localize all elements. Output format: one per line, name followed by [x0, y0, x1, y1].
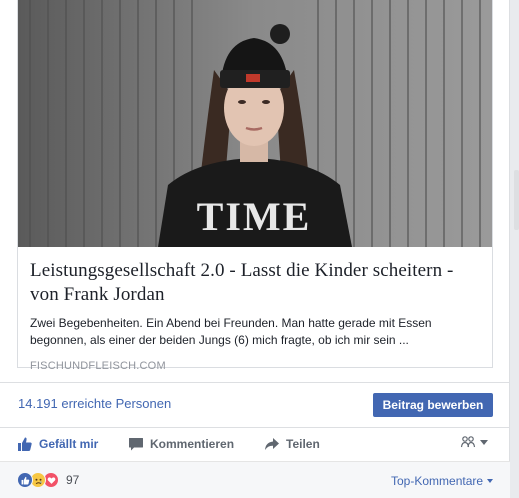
share-label: Teilen [286, 437, 320, 451]
link-preview-card[interactable]: TIME Leistungsgesellschaft 2.0 - Lasst d… [17, 0, 493, 372]
link-title[interactable]: Leistungsgesellschaft 2.0 - Lasst die Ki… [30, 259, 480, 307]
action-bar: Gefällt mir Kommentieren Teilen [0, 428, 510, 460]
sort-label: Top-Kommentare [391, 474, 484, 488]
comment-label: Kommentieren [150, 437, 235, 451]
comment-sort-dropdown[interactable]: Top-Kommentare [391, 474, 494, 488]
audience-selector[interactable] [460, 436, 488, 448]
chevron-down-icon [480, 439, 488, 445]
feed-post: TIME Leistungsgesellschaft 2.0 - Lasst d… [0, 0, 510, 498]
friends-icon [460, 436, 476, 448]
comment-button[interactable]: Kommentieren [128, 435, 234, 453]
svg-text:TIME: TIME [197, 194, 312, 239]
promote-post-button[interactable]: Beitrag bewerben [373, 393, 493, 417]
share-button[interactable]: Teilen [264, 435, 320, 453]
chevron-down-icon [487, 479, 494, 483]
scrollbar[interactable] [514, 170, 519, 230]
page-background-edge [510, 0, 519, 498]
comment-icon [129, 438, 143, 451]
like-button[interactable]: Gefällt mir [17, 435, 98, 453]
link-description: Zwei Begebenheiten. Ein Abend bei Freund… [30, 316, 432, 347]
thumbs-up-icon [18, 437, 32, 451]
reach-link[interactable]: 14.191 erreichte Personen [18, 396, 171, 411]
reaction-count: 97 [66, 473, 80, 487]
share-arrow-icon [265, 438, 279, 450]
photo-of-woman-in-beanie: TIME [18, 0, 492, 247]
link-preview-image[interactable]: TIME [18, 0, 492, 247]
reactions-group[interactable]: 97 [17, 472, 79, 488]
link-domain: FISCHUNDFLEISCH.COM [30, 360, 166, 372]
like-reaction-icon [17, 472, 33, 488]
like-label: Gefällt mir [39, 437, 99, 451]
reactions-summary: 97 Top-Kommentare [0, 461, 510, 498]
reach-row: 14.191 erreichte Personen Beitrag bewerb… [0, 383, 510, 427]
